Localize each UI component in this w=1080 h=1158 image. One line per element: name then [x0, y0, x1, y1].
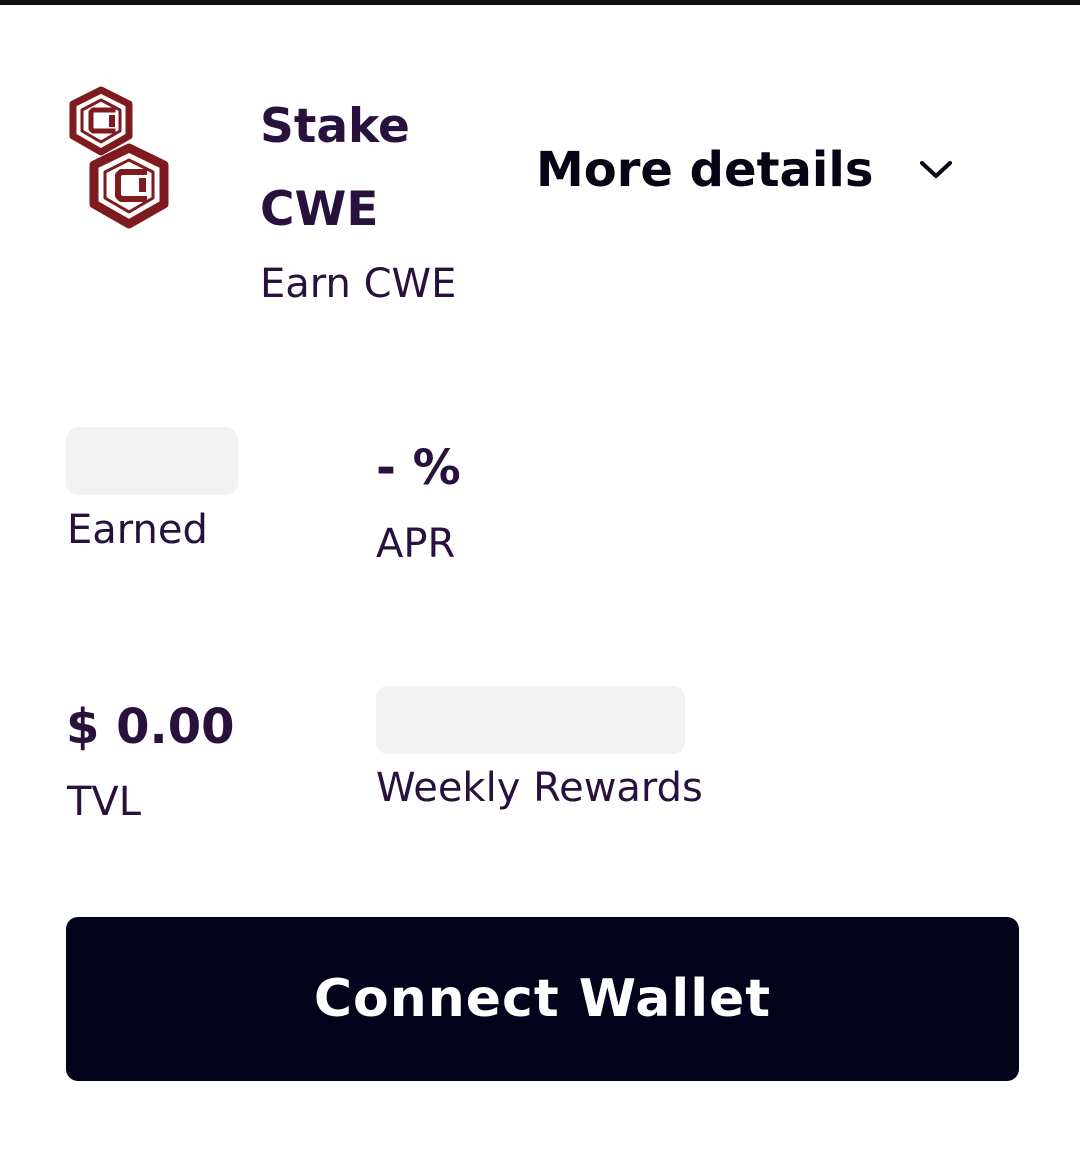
more-details-toggle[interactable]: More details: [536, 140, 953, 200]
chevron-down-icon: [920, 161, 953, 178]
apr-label: APR: [376, 521, 456, 567]
pool-subtitle: Earn CWE: [260, 261, 457, 307]
pool-title-stake: Stake: [260, 99, 410, 154]
connect-wallet-button[interactable]: Connect Wallet: [66, 917, 1019, 1081]
weekly-rewards-label: Weekly Rewards: [376, 765, 703, 811]
more-details-label: More details: [536, 142, 874, 198]
weekly-rewards-skeleton: [376, 686, 685, 754]
top-border: [0, 0, 1080, 5]
tvl-value: $ 0.00: [66, 699, 235, 755]
cwe-token-logo-icon: [69, 86, 169, 229]
apr-value: - %: [376, 440, 461, 496]
pool-title-token: CWE: [260, 182, 379, 237]
earned-value-skeleton: [66, 427, 238, 495]
tvl-label: TVL: [67, 779, 142, 825]
pool-card: Stake CWE Earn CWE More details Earned -…: [0, 0, 1080, 1158]
earned-label: Earned: [67, 507, 208, 553]
